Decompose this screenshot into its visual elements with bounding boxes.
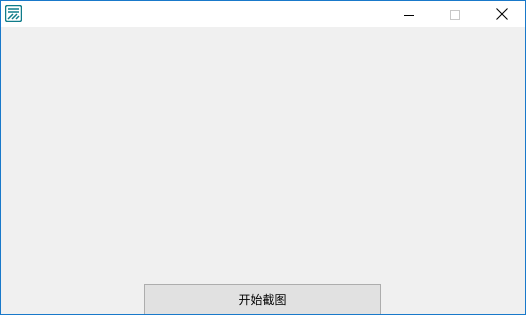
client-area: 开始截图 — [1, 27, 525, 314]
close-icon — [496, 5, 508, 24]
app-logo-icon[interactable] — [4, 4, 23, 23]
maximize-icon — [450, 5, 460, 24]
title-bar[interactable] — [1, 1, 525, 27]
maximize-button[interactable] — [432, 1, 478, 27]
minimize-icon — [404, 5, 414, 24]
close-button[interactable] — [479, 1, 525, 27]
app-window: 开始截图 — [0, 0, 526, 315]
minimize-button[interactable] — [386, 1, 432, 27]
start-capture-button[interactable]: 开始截图 — [144, 284, 381, 314]
